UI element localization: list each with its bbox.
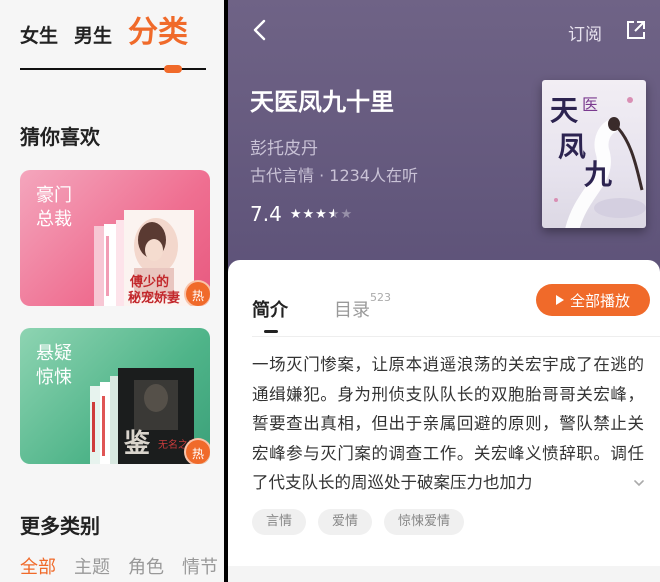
chevron-down-icon[interactable]: [632, 476, 646, 490]
tag-item[interactable]: 言情: [252, 509, 307, 535]
category-filter-list: 全部 主题 角色 情节: [20, 553, 218, 579]
book-rating: 7.4 ★★★★★★: [250, 202, 353, 226]
book-info-sheet: 简介 目录523 全部播放 一场灭门惨案，让原本逍遥浪荡的关宏宇成了在逃的通缉嫌…: [228, 260, 660, 582]
card-label: 悬疑惊悚: [36, 343, 72, 388]
tag-list: 言情 爱情 惊悚爱情: [252, 509, 465, 535]
tab-category[interactable]: 分类: [128, 18, 188, 48]
tab-toc[interactable]: 目录523: [334, 291, 391, 322]
book-title: 天医凤九十里: [250, 88, 394, 116]
share-icon[interactable]: [624, 18, 648, 42]
tag-item[interactable]: 惊悚爱情: [384, 509, 465, 535]
book-detail-panel: 订阅 天医凤九十里 彭托皮丹 古代言情 · 1234人在听 7.4 ★★★★★★…: [228, 0, 660, 582]
tab-toc-label: 目录: [334, 300, 370, 321]
svg-text:凤: 凤: [558, 130, 586, 163]
book-meta: 古代言情 · 1234人在听: [250, 166, 418, 185]
bottom-bar: [228, 566, 660, 582]
rating-stars-icon: ★★★★★★: [289, 206, 354, 222]
svg-text:秘宠娇妻: 秘宠娇妻: [128, 290, 180, 306]
sheet-divider: [252, 336, 660, 337]
svg-text:九: 九: [584, 158, 612, 191]
subscribe-button[interactable]: 订阅: [568, 20, 602, 45]
toc-count: 523: [370, 291, 391, 304]
more-categories-title: 更多类别: [20, 514, 100, 538]
category-panel: 女生 男生 分类 猜你喜欢 豪门总裁 傅少的 秘宠娇妻 热 悬疑惊悚 鉴 无名之…: [0, 0, 224, 582]
filter-role[interactable]: 角色: [128, 553, 164, 579]
category-card-romance[interactable]: 豪门总裁 傅少的 秘宠娇妻 热: [20, 170, 210, 306]
svg-text:鉴: 鉴: [123, 429, 151, 459]
back-arrow-icon[interactable]: [246, 16, 274, 44]
gender-tabs: 女生 男生 分类: [20, 18, 188, 48]
svg-text:天: 天: [550, 94, 578, 127]
rating-value: 7.4: [250, 202, 282, 226]
svg-text:傅少的: 傅少的: [129, 274, 169, 290]
hot-badge: 热: [184, 438, 210, 464]
tab-female[interactable]: 女生: [20, 27, 58, 48]
play-all-button[interactable]: 全部播放: [536, 284, 650, 316]
tab-indicator: [164, 65, 182, 73]
book-cover-image: 天 医 凤 九: [542, 80, 646, 228]
svg-text:医: 医: [582, 95, 598, 114]
filter-plot[interactable]: 情节: [182, 553, 218, 579]
guess-you-like-title: 猜你喜欢: [20, 125, 100, 149]
book-author[interactable]: 彭托皮丹: [250, 134, 318, 159]
play-all-label: 全部播放: [569, 291, 630, 310]
card-label: 豪门总裁: [36, 185, 72, 230]
description-fade: [528, 470, 648, 500]
tab-intro[interactable]: 简介: [252, 296, 288, 322]
tab-male[interactable]: 男生: [74, 27, 112, 48]
filter-all[interactable]: 全部: [20, 553, 56, 579]
tag-item[interactable]: 爱情: [318, 509, 373, 535]
category-card-suspense[interactable]: 悬疑惊悚 鉴 无名之毒 热: [20, 328, 210, 464]
play-icon: [555, 295, 564, 305]
filter-theme[interactable]: 主题: [74, 553, 110, 579]
hot-badge: 热: [184, 280, 210, 306]
tab-intro-indicator: [264, 330, 278, 333]
